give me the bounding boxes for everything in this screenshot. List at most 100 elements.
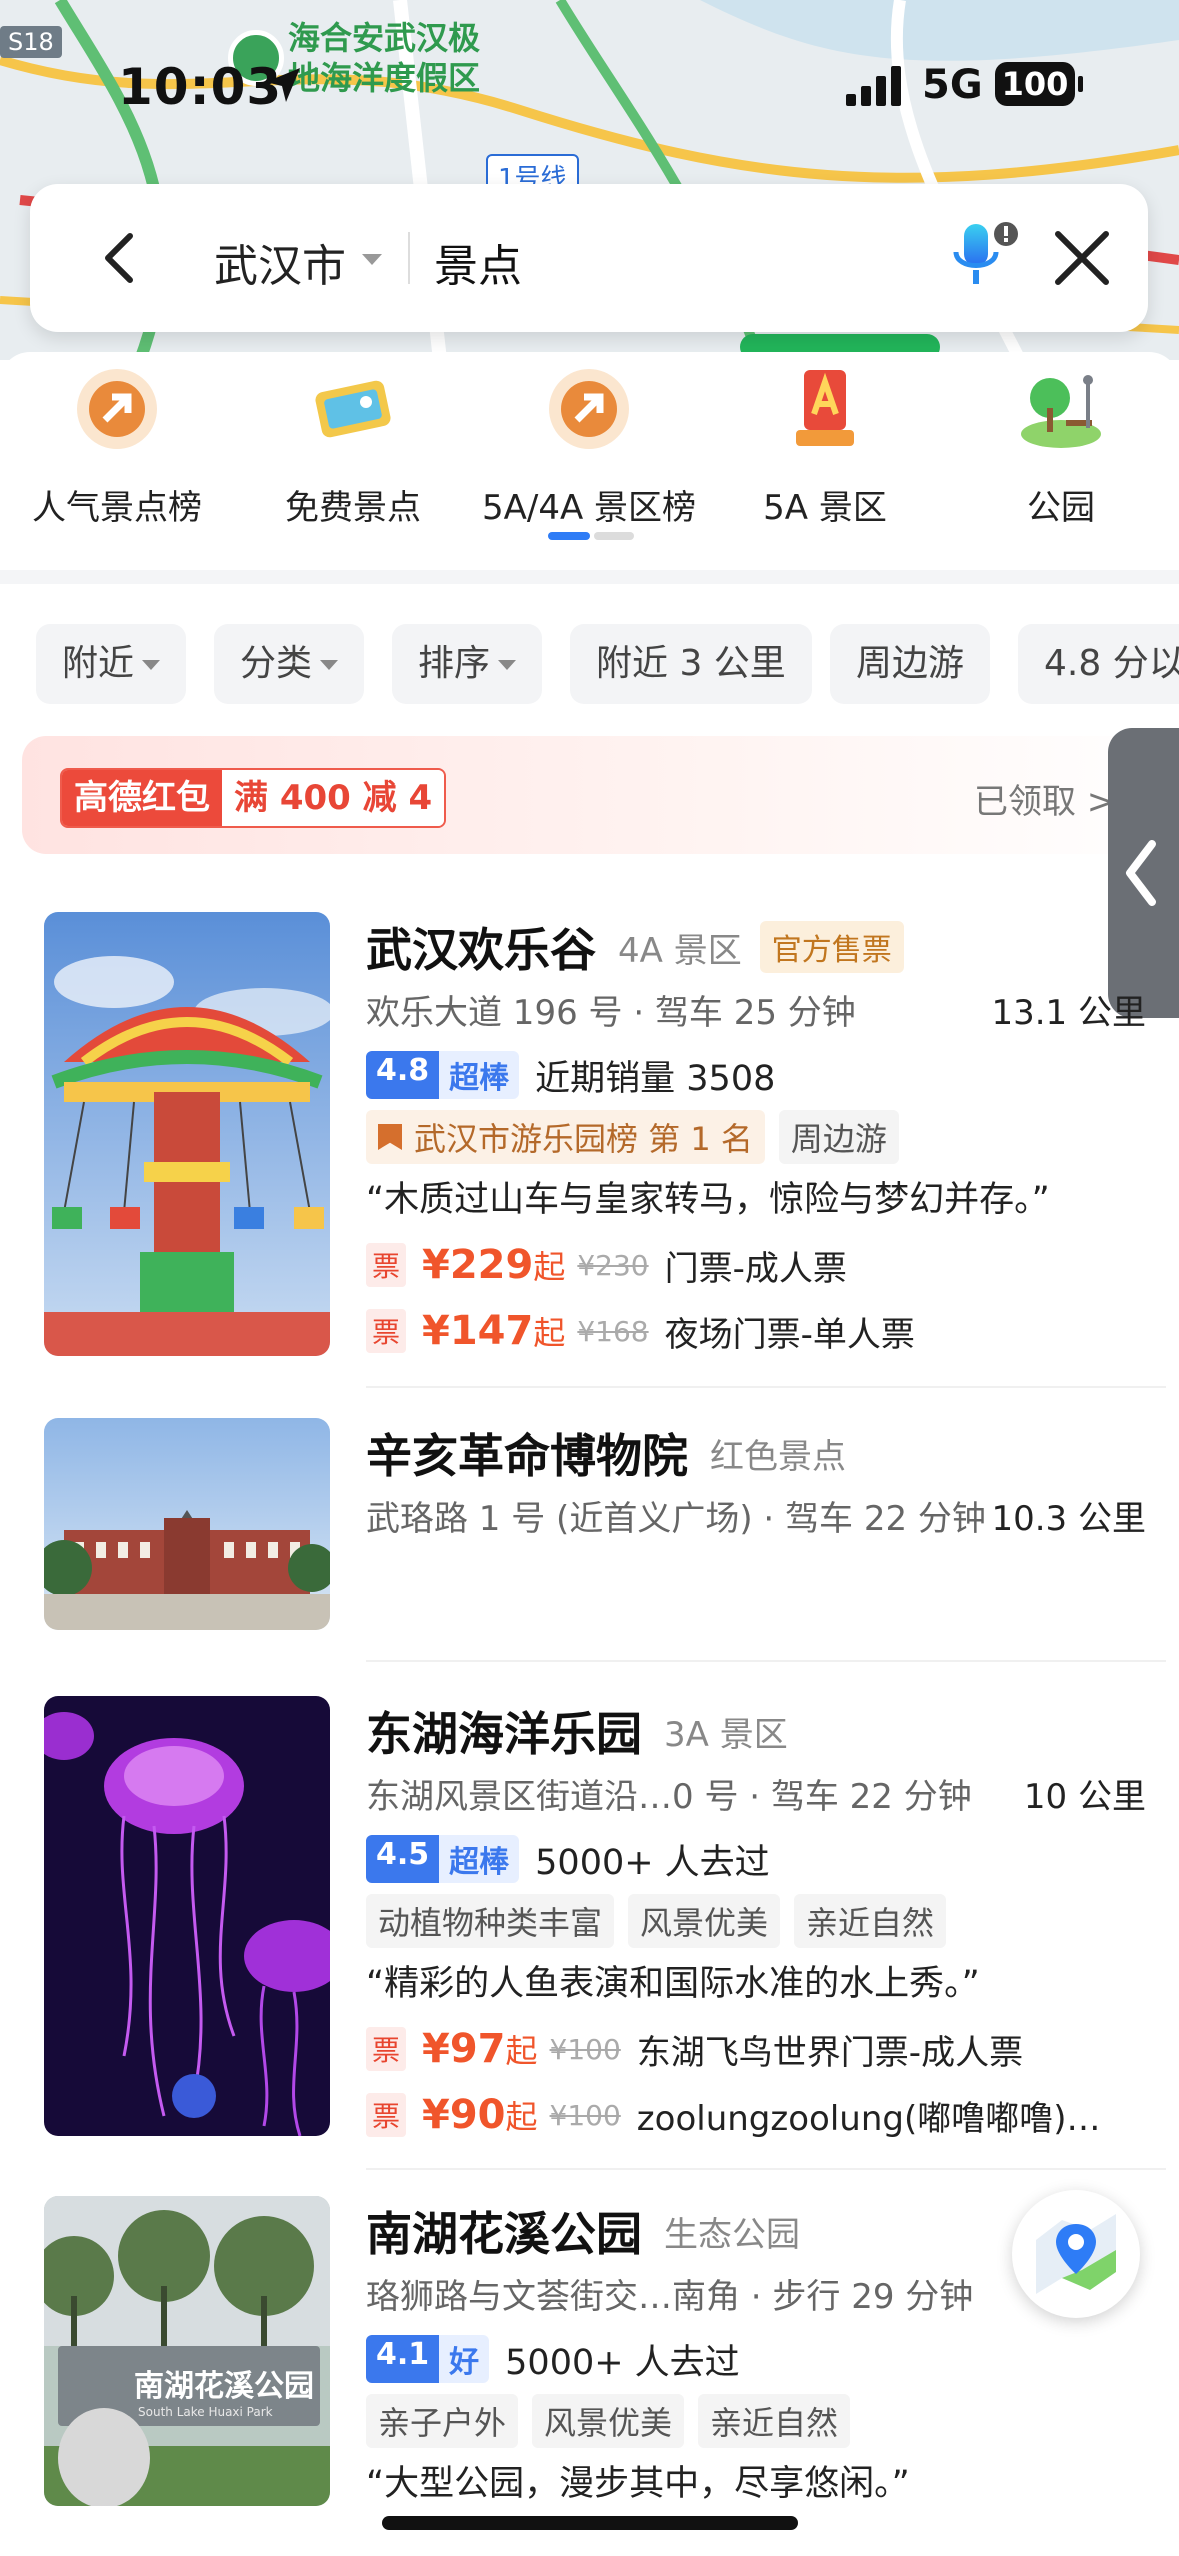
feature-tag: 亲近自然 xyxy=(698,2394,851,2448)
home-indicator xyxy=(382,2516,798,2530)
attraction-name[interactable]: 东湖海洋乐园 xyxy=(366,1698,642,1764)
rating-score: 4.1 xyxy=(366,2335,440,2383)
category-park[interactable]: 公园 xyxy=(946,364,1176,529)
list-item[interactable]: 辛亥革命博物院 红色景点 武珞路 1 号 (近首义广场) · 驾车 22 分钟 … xyxy=(0,1418,1179,1668)
visitor-count: 5000+ 人去过 xyxy=(505,2342,740,2383)
ticket-name: 夜场门票-单人票 xyxy=(664,1314,915,1355)
ticket-row[interactable]: 票 ¥229 起 ¥230 门票-成人票 xyxy=(366,1232,1146,1298)
attraction-photo[interactable]: 南湖花溪公园 South Lake Huaxi Park xyxy=(44,2196,330,2506)
ticket-name: zoolungzoolung(嘟噜嘟噜)… xyxy=(636,2098,1101,2139)
voice-search-icon[interactable] xyxy=(950,218,1020,298)
category-free-attractions[interactable]: 免费景点 xyxy=(238,364,468,529)
attraction-name[interactable]: 南湖花溪公园 xyxy=(366,2198,642,2264)
rating-word: 超棒 xyxy=(439,1835,520,1883)
feature-tag: 风景优美 xyxy=(628,1894,781,1948)
chevron-down-icon xyxy=(498,660,517,670)
divider xyxy=(366,1386,1166,1388)
park-sign-subtext: South Lake Huaxi Park xyxy=(138,2405,273,2419)
ticket-price: ¥147 xyxy=(422,1308,534,1354)
ticket-badge: 票 xyxy=(366,1309,407,1353)
list-item[interactable]: 武汉欢乐谷 4A 景区 官方售票 欢乐大道 196 号 · 驾车 25 分钟 1… xyxy=(0,912,1179,1372)
filter-nearby[interactable]: 附近 xyxy=(36,624,187,704)
category-5a4a-ranking[interactable]: 5A/4A 景区榜 xyxy=(474,364,704,529)
filter-rating[interactable]: 4.8 分以 xyxy=(1018,624,1179,704)
filter-sort[interactable]: 排序 xyxy=(392,624,543,704)
divider xyxy=(366,2168,1166,2170)
rating-badge: 4.5 超棒 xyxy=(366,1835,520,1883)
review-quote: “精彩的人鱼表演和国际水准的水上秀。” xyxy=(366,1964,980,2004)
chevron-down-icon xyxy=(320,660,339,670)
attraction-photo[interactable] xyxy=(44,912,330,1356)
attraction-address: 欢乐大道 196 号 · 驾车 25 分钟 xyxy=(366,993,856,1033)
attraction-distance: 13.1 公里 xyxy=(991,993,1146,1033)
page-indicator xyxy=(594,532,634,540)
rating-badge: 4.1 好 xyxy=(366,2335,490,2383)
price-suffix: 起 xyxy=(533,1314,566,1352)
divider xyxy=(366,1660,1166,1662)
feature-tag: 风景优美 xyxy=(532,2394,685,2448)
promo-brand: 高德红包 xyxy=(62,770,222,826)
filter-category[interactable]: 分类 xyxy=(214,624,365,704)
review-quote: “大型公园，漫步其中，尽享悠闲。” xyxy=(366,2464,910,2504)
trending-badge-icon xyxy=(544,364,634,454)
ticket-badge: 票 xyxy=(366,2027,407,2071)
attraction-distance: 10 公里 xyxy=(1023,1777,1146,1817)
city-selector[interactable]: 武汉市 xyxy=(214,230,346,294)
ticket-row[interactable]: 票 ¥90 起 ¥100 zoolungzoolung(嘟噜嘟噜)… xyxy=(366,2082,1146,2148)
close-icon[interactable] xyxy=(1048,224,1116,292)
chevron-down-icon[interactable] xyxy=(362,254,382,265)
filter-within-3km[interactable]: 附近 3 公里 xyxy=(570,624,812,704)
category-5a-scenic[interactable]: 5A 景区 xyxy=(710,364,940,529)
status-time: 10:03 xyxy=(118,58,283,116)
page-indicator-active xyxy=(548,532,590,540)
list-item[interactable]: 南湖花溪公园 South Lake Huaxi Park 南湖花溪公园 生态公园… xyxy=(0,2196,1179,2516)
visitor-count: 5000+ 人去过 xyxy=(535,1842,770,1883)
back-icon[interactable] xyxy=(90,228,150,288)
attraction-photo[interactable] xyxy=(44,1696,330,2136)
map-view-button[interactable] xyxy=(1012,2190,1140,2318)
search-bar: 武汉市 景点 xyxy=(30,184,1148,332)
attraction-address: 东湖风景区街道沿…0 号 · 驾车 22 分钟 xyxy=(366,1777,972,1817)
promo-status[interactable]: 已领取 > xyxy=(974,774,1115,823)
promo-offer: 满 400 减 4 xyxy=(222,770,445,826)
feature-tag: 亲近自然 xyxy=(794,1894,947,1948)
attraction-distance: 10.3 公里 xyxy=(991,1499,1146,1539)
ranking-flag-icon xyxy=(378,1124,402,1150)
ticket-badge: 票 xyxy=(366,1243,407,1287)
park-icon xyxy=(1016,364,1106,454)
ticket-row[interactable]: 票 ¥97 起 ¥100 东湖飞鸟世界门票-成人票 xyxy=(366,2016,1146,2082)
sales-count: 近期销量 3508 xyxy=(535,1058,776,1099)
attraction-level: 生态公园 xyxy=(664,2214,800,2255)
attraction-name[interactable]: 辛亥革命博物院 xyxy=(366,1420,688,1486)
attraction-info: 东湖海洋乐园 3A 景区 东湖风景区街道沿…0 号 · 驾车 22 分钟 10 … xyxy=(366,1696,1146,2148)
red-packet-banner[interactable]: 高德红包 满 400 减 4 已领取 > xyxy=(22,736,1179,854)
rating-score: 4.5 xyxy=(366,1835,440,1883)
rating-word: 好 xyxy=(439,2335,490,2383)
ticket-row[interactable]: 票 ¥147 起 ¥168 夜场门票-单人票 xyxy=(366,1298,1146,1364)
feature-tag: 亲子户外 xyxy=(366,2394,519,2448)
ranking-tag[interactable]: 武汉市游乐园榜 第 1 名 xyxy=(366,1110,765,1164)
park-sign-text: 南湖花溪公园 xyxy=(134,2369,314,2404)
review-quote: “木质过山车与皇家转马，惊险与梦幻并存。” xyxy=(366,1180,1050,1220)
rating-badge: 4.8 超棒 xyxy=(366,1051,520,1099)
list-item[interactable]: 东湖海洋乐园 3A 景区 东湖风景区街道沿…0 号 · 驾车 22 分钟 10 … xyxy=(0,1696,1179,2156)
price-suffix: 起 xyxy=(505,2032,538,2070)
filter-label: 附近 3 公里 xyxy=(596,643,786,684)
attraction-photo[interactable] xyxy=(44,1418,330,1630)
category-popular-ranking[interactable]: 人气景点榜 xyxy=(2,364,232,529)
ticket-price: ¥97 xyxy=(422,2026,506,2072)
filter-bar: 附近 分类 排序 附近 3 公里 周边游 4.8 分以 xyxy=(36,624,1179,704)
attraction-address: 武珞路 1 号 (近首义广场) · 驾车 22 分钟 xyxy=(366,1499,986,1539)
feature-tag: 周边游 xyxy=(778,1110,899,1164)
chevron-left-icon xyxy=(1126,840,1156,906)
signal-icon xyxy=(846,66,901,106)
chevron-down-icon xyxy=(142,660,161,670)
attraction-name[interactable]: 武汉欢乐谷 xyxy=(366,914,596,980)
battery-icon: 100 xyxy=(995,62,1083,106)
price-suffix: 起 xyxy=(533,1248,566,1286)
filter-label: 周边游 xyxy=(856,643,965,684)
filter-nearby-trips[interactable]: 周边游 xyxy=(830,624,991,704)
filter-label: 4.8 分以 xyxy=(1044,643,1179,684)
status-bar: 10:03 5G 100 xyxy=(0,0,1179,170)
search-input[interactable]: 景点 xyxy=(434,230,522,294)
